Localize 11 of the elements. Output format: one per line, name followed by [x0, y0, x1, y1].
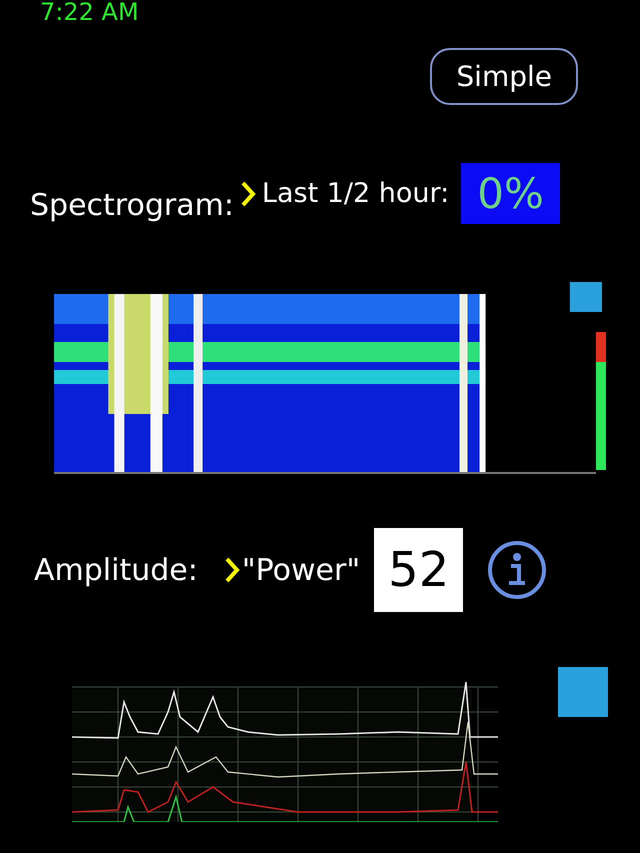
chevron-icon: [224, 556, 240, 584]
amplitude-value: 52: [374, 528, 464, 612]
mode-button[interactable]: Simple: [430, 48, 578, 105]
measure-label: "Power": [242, 552, 360, 588]
section-label: Amplitude:: [34, 552, 198, 588]
status-time: 7:22 AM: [40, 0, 139, 24]
section-label: Spectrogram:: [30, 188, 234, 223]
info-icon[interactable]: [487, 540, 548, 600]
chevron-icon: [240, 180, 256, 208]
percentage-value: 0%: [461, 163, 560, 224]
period-label: Last 1/2 hour:: [262, 178, 450, 209]
